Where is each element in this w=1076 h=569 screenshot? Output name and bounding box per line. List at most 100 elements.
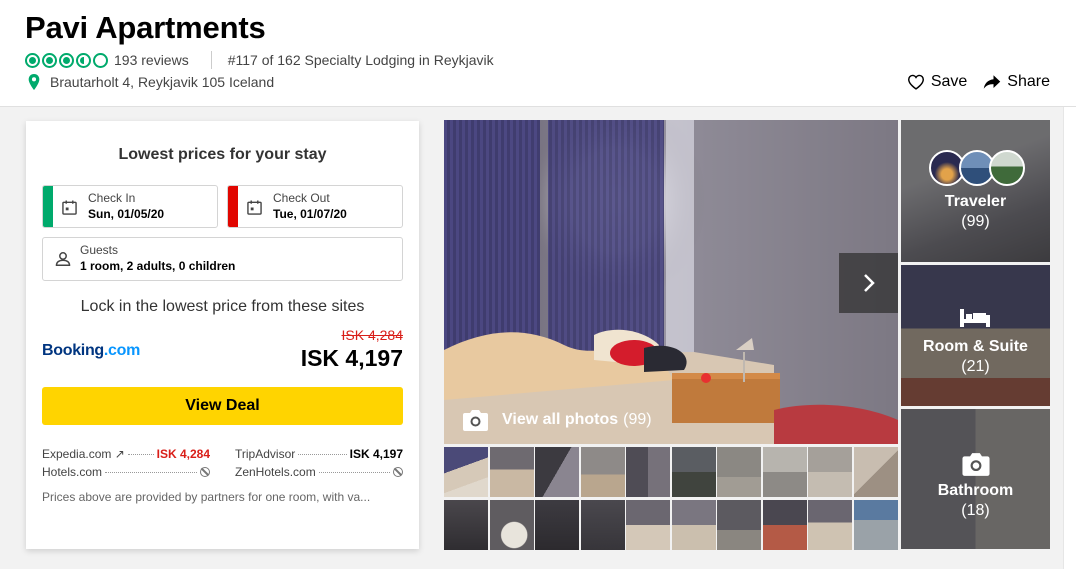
- thumbnail[interactable]: [581, 500, 625, 550]
- main-photo[interactable]: [444, 120, 898, 444]
- check-out-stripe: [228, 186, 238, 227]
- reviews-link[interactable]: 193 reviews: [114, 52, 189, 68]
- thumbnail[interactable]: [490, 500, 534, 550]
- bubble-half-icon: [76, 52, 91, 68]
- old-price: ISK 4,284: [341, 327, 404, 343]
- header-actions: Save Share: [907, 73, 1050, 91]
- view-all-count: (99): [623, 411, 652, 428]
- check-out-field[interactable]: Check Out Tue, 01/07/20: [227, 185, 403, 228]
- category-label: Bathroom: [937, 482, 1014, 499]
- guests-field[interactable]: Guests 1 room, 2 adults, 0 children: [42, 237, 403, 281]
- calendar-icon: [62, 200, 77, 215]
- partner-price: ISK 4,197: [349, 447, 403, 461]
- person-icon: [55, 252, 71, 266]
- guests-label: Guests: [80, 243, 119, 257]
- page-header: Pavi Apartments 193 reviews #117 of 162 …: [0, 0, 1076, 107]
- thumbnail[interactable]: [763, 447, 807, 497]
- logo-suffix: .com: [103, 342, 141, 359]
- thumbnail[interactable]: [763, 500, 807, 550]
- thumbnail[interactable]: [535, 447, 579, 497]
- booking-com-logo[interactable]: Booking.com: [42, 342, 140, 360]
- thumbnail[interactable]: [808, 447, 852, 497]
- bubble-icon: [42, 52, 57, 68]
- leader-dots: [105, 472, 197, 473]
- page-edge: [1063, 107, 1076, 569]
- address-link[interactable]: Brautarholt 4, Reykjavik 105 Iceland: [50, 74, 274, 90]
- thumbnail[interactable]: [854, 500, 898, 550]
- thumbnail[interactable]: [444, 447, 488, 497]
- logo-text: Booking: [42, 342, 104, 359]
- bubble-icon: [25, 52, 40, 68]
- partner-tripadvisor[interactable]: TripAdvisor ISK 4,197: [235, 447, 403, 461]
- leader-dots: [318, 472, 390, 473]
- check-in-field[interactable]: Check In Sun, 01/05/20: [42, 185, 218, 228]
- thumbnail[interactable]: [717, 500, 761, 550]
- unavailable-icon: [393, 467, 403, 477]
- tile-overlay: [901, 120, 1050, 262]
- thumbnail[interactable]: [626, 447, 670, 497]
- check-out-label: Check Out: [273, 191, 330, 205]
- category-bathroom[interactable]: Bathroom (18): [901, 409, 1050, 549]
- avatar: [989, 150, 1025, 186]
- share-label: Share: [1007, 73, 1050, 90]
- partner-expedia[interactable]: Expedia.com ↗ ISK 4,284: [42, 447, 210, 461]
- tile-overlay: [901, 409, 1050, 549]
- tile-overlay: [901, 265, 1050, 406]
- address-row: Brautarholt 4, Reykjavik 105 Iceland: [27, 74, 274, 90]
- bedroom-photo: [444, 120, 898, 444]
- thumbnail[interactable]: [535, 500, 579, 550]
- thumbnail[interactable]: [672, 500, 716, 550]
- category-traveler[interactable]: Traveler (99): [901, 120, 1050, 262]
- camera-icon: [463, 410, 488, 431]
- unavailable-icon: [200, 467, 210, 477]
- category-count: (21): [961, 358, 990, 375]
- thumbnail[interactable]: [626, 500, 670, 550]
- guests-value: 1 room, 2 adults, 0 children: [80, 259, 236, 273]
- ranking-link[interactable]: #117 of 162 Specialty Lodging in Reykjav…: [228, 52, 494, 68]
- view-all-photos-link[interactable]: View all photos (99): [462, 408, 652, 432]
- best-price: ISK 4,197: [300, 345, 403, 371]
- thumbnail[interactable]: [490, 447, 534, 497]
- heart-icon: [907, 74, 924, 90]
- rating-bubbles[interactable]: [25, 52, 108, 68]
- rating-row: 193 reviews #117 of 162 Specialty Lodgin…: [25, 51, 494, 69]
- divider: [210, 51, 212, 69]
- share-arrow-icon: [984, 75, 1001, 89]
- share-button[interactable]: Share: [983, 73, 1050, 91]
- thumbnail[interactable]: [717, 447, 761, 497]
- calendar-icon: [247, 200, 262, 215]
- check-in-value: Sun, 01/05/20: [88, 207, 165, 221]
- bed-icon: [960, 309, 990, 327]
- thumbnail[interactable]: [854, 447, 898, 497]
- view-deal-button[interactable]: View Deal: [42, 387, 403, 425]
- chevron-right-icon: [863, 274, 875, 292]
- category-label: Traveler: [944, 193, 1007, 210]
- page-title: Pavi Apartments: [25, 10, 266, 45]
- category-count: (18): [961, 502, 990, 519]
- category-room-suite[interactable]: Room & Suite (21): [901, 265, 1050, 406]
- thumbnail[interactable]: [444, 500, 488, 550]
- partner-name: TripAdvisor: [235, 447, 296, 461]
- category-count: (99): [961, 213, 990, 230]
- traveler-avatars: [929, 150, 1025, 186]
- save-button[interactable]: Save: [907, 73, 967, 91]
- prices-disclaimer: Prices above are provided by partners fo…: [42, 490, 371, 504]
- check-in-stripe: [43, 186, 53, 227]
- bubble-empty-icon: [93, 52, 108, 68]
- thumbnail[interactable]: [672, 447, 716, 497]
- view-all-label: View all photos: [502, 411, 619, 428]
- camera-icon: [962, 453, 990, 476]
- lock-price-text: Lock in the lowest price from these site…: [80, 298, 365, 315]
- category-label: Room & Suite: [923, 338, 1028, 355]
- partner-name: Expedia.com ↗: [42, 447, 125, 461]
- bubble-icon: [59, 52, 74, 68]
- map-pin-icon: [28, 74, 40, 90]
- partner-zenhotels[interactable]: ZenHotels.com: [235, 465, 403, 479]
- thumbnail[interactable]: [808, 500, 852, 550]
- next-photo-button[interactable]: [839, 253, 898, 313]
- partner-name: ZenHotels.com: [235, 465, 316, 479]
- thumbnail[interactable]: [581, 447, 625, 497]
- check-in-label: Check In: [88, 191, 136, 205]
- price-card-title: Lowest prices for your stay: [118, 146, 327, 163]
- partner-hotels-com[interactable]: Hotels.com: [42, 465, 210, 479]
